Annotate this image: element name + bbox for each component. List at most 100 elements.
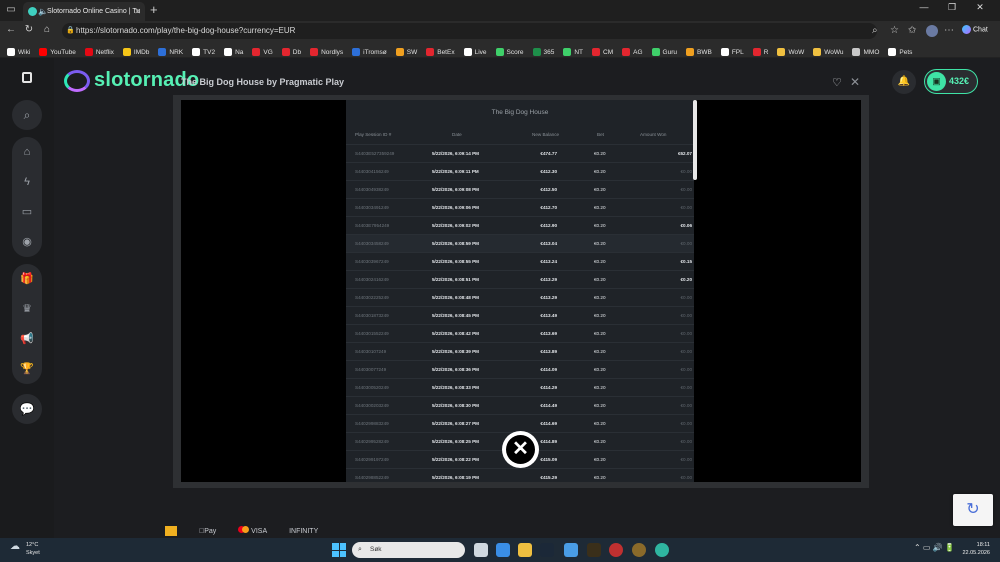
bookmark-item[interactable]: Na [224,44,243,57]
bookmark-item[interactable]: 365 [532,44,554,57]
bookmark-item[interactable]: iTromsø [352,44,387,57]
bookmark-item[interactable]: TV2 [192,44,215,57]
refresh-icon[interactable]: ↻ [22,24,36,35]
history-cell-bet: €0.20 [594,457,606,462]
taskbar-search[interactable]: ⌕ Søk [352,542,465,558]
sidebar-toggle-icon[interactable] [22,72,32,83]
bookmark-item[interactable]: YouTube [39,44,76,57]
bookmark-item[interactable]: Wiki [7,44,30,57]
payment-methods: Pay VISA INFINITY [165,526,338,537]
sidebar-rail: ⌕ ⌂ ϟ ▭ ◉ 🎁 ♛ 📢 🏆 💬 [0,58,54,538]
bookmark-favicon-icon [813,48,822,57]
bookmark-item[interactable]: WoWu [813,44,843,57]
bookmark-item[interactable]: SW [395,44,418,57]
history-cell-date: 5/22/2026, 6:08:25 PM [432,439,479,444]
wallet-balance-button[interactable]: ▣ 432€ [924,69,978,94]
bookmark-item[interactable]: FPL [720,44,744,57]
url-field[interactable]: 🔒 https://slotornado.com/play/the-big-do… [62,23,877,39]
bookmark-item[interactable]: WoW [777,44,804,57]
calculator-icon[interactable] [496,543,510,557]
bookmark-favicon-icon [752,48,761,57]
copilot-chat-button[interactable]: Chat [962,25,988,34]
bookmark-item[interactable]: Db [281,44,301,57]
history-cell-date: 5/22/2026, 6:08:30 PM [432,403,479,408]
bookmark-item[interactable]: Score [495,44,524,57]
bookmark-label: YouTube [50,49,76,56]
bookmark-item[interactable]: VG [252,44,273,57]
maximize-icon[interactable]: ❐ [938,2,966,13]
bookmark-item[interactable]: NRK [158,44,183,57]
history-cell-bet: €0.20 [594,439,606,444]
taskbar-search-placeholder: Søk [370,546,382,553]
task-view-icon[interactable] [474,543,488,557]
bookmark-item[interactable]: R [752,44,768,57]
apple-pay-logo: Pay [199,528,216,535]
notifications-bell-icon[interactable]: 🔔 [892,70,916,94]
bookmark-item[interactable]: NT [563,44,583,57]
bookmark-item[interactable]: IMDb [122,44,149,57]
profile-avatar[interactable] [926,25,938,37]
minimize-icon[interactable]: — [910,2,938,12]
new-tab-icon[interactable]: + [150,2,158,17]
window-close-icon[interactable]: ✕ [966,2,994,13]
history-cell-won: €0.00 [680,313,693,318]
lightning-icon[interactable]: ϟ [12,167,42,197]
taskbar-clock[interactable]: 18:11 22.05.2026 [954,541,990,557]
close-x-icon: ✕ [506,435,535,464]
close-game-icon[interactable]: ✕ [850,75,860,89]
live-broadcast-icon[interactable]: ◉ [12,227,42,257]
home-nav-icon[interactable]: ⌂ [12,137,42,167]
edge-icon[interactable] [655,543,669,557]
chat-bubble-icon[interactable]: 💬 [12,394,42,424]
trophy-icon[interactable]: 🏆 [12,354,42,384]
history-cell-date: 5/22/2026, 6:09:14 PM [432,151,479,156]
favorite-star-icon[interactable]: ☆ [890,25,899,36]
history-row: S440301873249 5/22/2026, 6:08:45 PM €413.4… [346,306,694,324]
back-icon[interactable]: ← [4,24,18,35]
recaptcha-badge[interactable]: ↻ [953,494,993,526]
favorites-icon[interactable]: ✩ [908,25,916,36]
file-explorer-icon[interactable] [518,543,532,557]
history-cell-balance: €414.09 [540,367,557,372]
bookmark-item[interactable]: Live [463,44,487,57]
system-tray[interactable]: ⌃ ▭ 🔊 🔋 [914,543,955,552]
bookmark-item[interactable]: Guru [651,44,677,57]
history-column-header: Bet [597,132,604,137]
gift-icon[interactable]: 🎁 [12,264,42,294]
history-cell-date: 5/22/2026, 6:09:08 PM [432,187,479,192]
weather-widget[interactable]: ☁ 12°C Skyet [10,541,40,557]
bookmark-item[interactable]: AG [622,44,643,57]
steam-icon[interactable] [540,543,554,557]
wow-icon[interactable] [632,543,646,557]
more-menu-icon[interactable]: ⋯ [944,25,954,36]
history-cell-date: 5/22/2026, 6:09:11 PM [432,169,479,174]
bookmark-item[interactable]: Pets [888,44,912,57]
bookmark-item[interactable]: MMO [852,44,879,57]
zoom-icon[interactable]: ⌕ [872,25,878,36]
bookmark-label: SW [406,49,418,56]
crown-icon[interactable]: ♛ [12,294,42,324]
bookmark-item[interactable]: CM [592,44,613,57]
bookmark-item[interactable]: Nordlys [310,44,343,57]
bookmark-item[interactable]: Netflix [84,44,114,57]
history-scrollbar[interactable] [693,100,697,180]
battle-net-icon[interactable] [609,543,623,557]
tab-actions-icon[interactable]: ▭ [4,3,18,17]
site-favicon-icon [28,7,37,16]
discord-icon[interactable] [564,543,578,557]
windows-start-icon[interactable] [332,543,346,557]
history-cell-date: 5/22/2026, 6:08:19 PM [432,475,479,480]
search-icon[interactable]: ⌕ [12,100,42,130]
history-close-button[interactable]: ✕ [502,431,539,468]
bookmark-item[interactable]: BWB [686,44,712,57]
speaker-icon[interactable]: 🔈 [38,2,48,21]
bookmark-item[interactable]: BetEx [426,44,455,57]
tab-close-icon[interactable]: ✕ [134,2,141,21]
bookmark-favicon-icon [532,48,541,57]
megaphone-icon[interactable]: 📢 [12,324,42,354]
browser-tab[interactable]: 🔈 Slotornado Online Casino | Tu ✕ [23,2,145,21]
home-icon[interactable]: ⌂ [40,24,54,35]
ticket-icon[interactable]: ▭ [12,197,42,227]
game-app-icon[interactable] [587,543,601,557]
heart-icon[interactable]: ♡ [832,76,842,89]
